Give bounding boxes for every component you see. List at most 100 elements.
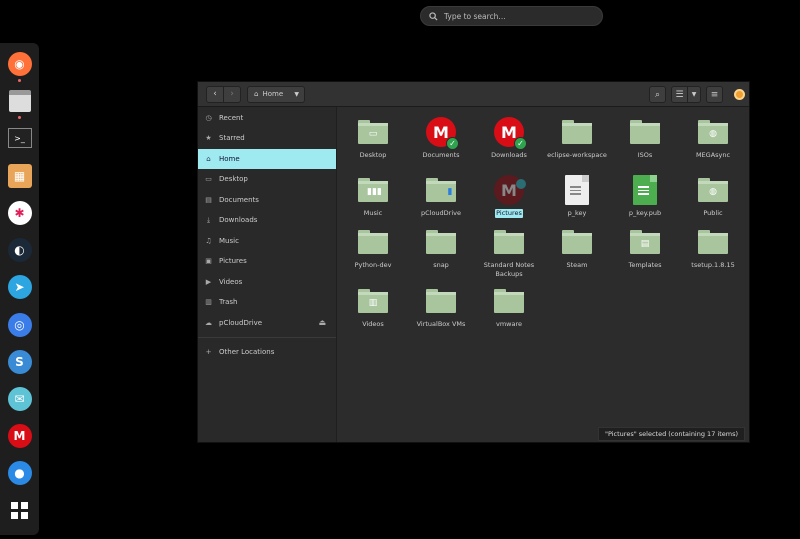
dock-app-files[interactable] [7, 88, 33, 119]
sidebar-item-music[interactable]: ♫ Music [198, 231, 336, 252]
sidebar-item-label: Starred [219, 134, 245, 143]
file-item-eclipse-workspace[interactable]: eclipse-workspace [543, 115, 611, 160]
slack-icon: ✱ [7, 200, 32, 225]
synced-check-icon: ✓ [514, 137, 527, 150]
chevron-left-icon: ‹ [213, 89, 217, 99]
file-item-steam[interactable]: Steam [543, 225, 611, 270]
sidebar-item-other-locations[interactable]: + Other Locations [198, 342, 336, 363]
file-item-standard-notes-backups[interactable]: Standard Notes Backups [475, 225, 543, 279]
dock-app-steam[interactable]: ◐ [7, 237, 33, 263]
back-button[interactable]: ‹ [206, 85, 224, 103]
path-bar-home[interactable]: ⌂ Home ▼ [247, 85, 305, 103]
steam-icon: ◐ [7, 238, 32, 263]
sidebar-item-recent[interactable]: ◷ Recent [198, 108, 336, 129]
search-icon [429, 11, 438, 21]
folder-icon [628, 115, 662, 149]
forward-button[interactable]: › [223, 85, 241, 103]
sidebar-item-label: Home [219, 154, 240, 163]
folder-icon: ◍ [696, 115, 730, 149]
text-file-icon [628, 173, 662, 207]
view-mode-button[interactable]: ☰ [671, 86, 688, 103]
folder-icon: ◍ [696, 173, 730, 207]
file-item-documents[interactable]: M ✓ Documents [407, 115, 475, 160]
hamburger-icon: ≡ [710, 89, 719, 100]
mail-icon: ✉ [7, 386, 32, 411]
file-item-isos[interactable]: ISOs [611, 115, 679, 160]
file-manager-window: ‹ › ⌂ Home ▼ ⌕ ☰ ▼ ≡ ◷ Recent ★ Starred ⌂ Hom… [197, 81, 750, 443]
dock-app-chromium[interactable]: ◎ [7, 312, 33, 338]
file-item-public[interactable]: ◍ Public [679, 173, 747, 218]
search-placeholder: Type to search... [444, 11, 506, 21]
dock-app-slack[interactable]: ✱ [7, 200, 33, 226]
home-icon: ⌂ [206, 154, 211, 163]
file-item-music[interactable]: ▮▮▮ Music [339, 173, 407, 218]
sidebar-item-videos[interactable]: ▶ Videos [198, 272, 336, 293]
dock-app-app-grid[interactable] [7, 498, 33, 524]
menu-button[interactable]: ≡ [706, 86, 723, 103]
home-icon: ⌂ [254, 90, 259, 98]
folder-icon: ▤ [628, 225, 662, 259]
file-item-snap[interactable]: snap [407, 225, 475, 270]
sidebar-item-pclouddrive[interactable]: ☁ pCloudDrive ⏏ [198, 313, 336, 334]
search-bar[interactable]: Type to search... [420, 6, 603, 26]
dock-app-firefox[interactable]: ◉ [7, 51, 33, 82]
sidebar-item-pictures[interactable]: ▣ Pictures [198, 251, 336, 272]
mega-folder-icon: M ✓ [424, 115, 459, 150]
file-item-python-dev[interactable]: Python-dev [339, 225, 407, 270]
archive-icon: ▦ [7, 163, 32, 188]
sidebar-item-label: Recent [219, 113, 244, 122]
file-item-videos[interactable]: ▥ Videos [339, 284, 407, 329]
file-label: Desktop [359, 151, 387, 159]
sidebar-item-starred[interactable]: ★ Starred [198, 128, 336, 149]
dock-app-terminal[interactable]: >_ [7, 125, 33, 151]
folder-icon [560, 115, 594, 149]
file-item-virtualbox-vms[interactable]: VirtualBox VMs [407, 284, 475, 329]
window-control-button[interactable] [734, 89, 745, 100]
file-item-tsetup-1-8-15[interactable]: tsetup.1.8.15 [679, 225, 747, 270]
dock-app-signal[interactable]: ● [7, 461, 33, 487]
file-item-p-key-pub[interactable]: p_key.pub [611, 173, 679, 218]
app-grid-icon [11, 502, 28, 520]
folder-icon [492, 225, 526, 259]
sidebar-item-desktop[interactable]: ▭ Desktop [198, 169, 336, 190]
folder-icon [424, 284, 458, 318]
synced-check-icon: ✓ [446, 137, 459, 150]
sidebar-item-trash[interactable]: ▥ Trash [198, 292, 336, 313]
mega-folder-icon: M [492, 173, 526, 207]
eject-icon[interactable]: ⏏ [318, 318, 326, 327]
file-item-desktop[interactable]: ▭ Desktop [339, 115, 407, 160]
telegram-icon: ➤ [7, 275, 32, 300]
file-item-pictures[interactable]: M Pictures [475, 173, 543, 218]
file-label: Documents [422, 151, 460, 159]
sidebar-item-documents[interactable]: ▤ Documents [198, 190, 336, 211]
view-options-button[interactable]: ▼ [687, 86, 701, 103]
folder-icon [492, 284, 526, 318]
file-item-megasync[interactable]: ◍ MEGAsync [679, 115, 747, 160]
dock-app-telegram[interactable]: ➤ [7, 274, 33, 300]
terminal-icon: >_ [7, 128, 32, 149]
running-indicator [18, 78, 21, 82]
file-item-templates[interactable]: ▤ Templates [611, 225, 679, 270]
chromium-icon: ◎ [7, 312, 32, 337]
sidebar-item-label: Downloads [219, 216, 258, 225]
sidebar-item-home[interactable]: ⌂ Home [198, 148, 336, 169]
file-item-vmware[interactable]: vmware [475, 284, 543, 329]
folder-icon: ▮ [424, 173, 458, 207]
file-grid: ▭ Desktop M ✓ Documents M ✓ Downloads eclipse-wo… [338, 107, 749, 442]
file-item-pclouddrive[interactable]: ▮ pCloudDrive [407, 173, 475, 218]
sidebar-item-downloads[interactable]: ⤓ Downloads [198, 210, 336, 231]
search-icon: ⌕ [654, 89, 661, 100]
simplenote-icon: S [7, 349, 32, 374]
file-label: Steam [566, 261, 588, 269]
dock-app-simplenote[interactable]: S [7, 349, 33, 375]
search-button[interactable]: ⌕ [649, 86, 666, 103]
file-label: Templates [628, 261, 662, 269]
dock-app-archive[interactable]: ▦ [7, 163, 33, 189]
file-item-p-key[interactable]: p_key [543, 173, 611, 218]
header-right-buttons: ⌕ ☰ ▼ ≡ [649, 86, 745, 103]
dock: ◉ >_ ▦ ✱ ◐ ➤ ◎ S ✉ M ● [0, 43, 39, 535]
dock-app-mega[interactable]: M [7, 423, 33, 449]
dock-app-mail[interactable]: ✉ [7, 386, 33, 412]
file-item-downloads[interactable]: M ✓ Downloads [475, 115, 543, 160]
file-label: vmware [495, 320, 522, 328]
